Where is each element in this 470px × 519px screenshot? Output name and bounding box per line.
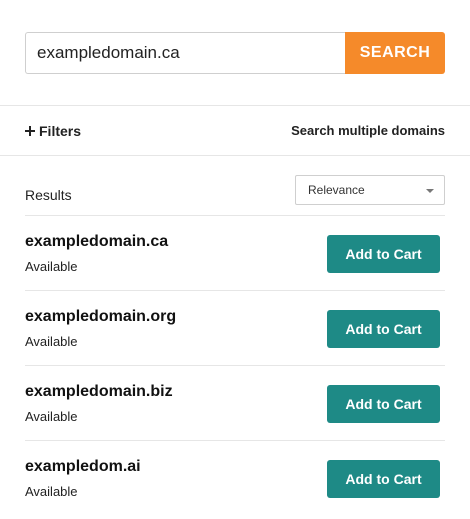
result-row: exampledomain.biz Available Add to Cart <box>25 366 445 440</box>
caret-down-icon <box>426 189 434 193</box>
availability-status: Available <box>25 409 78 424</box>
search-bar: SEARCH <box>25 32 445 74</box>
results-label: Results <box>25 187 72 203</box>
domain-search-input[interactable] <box>25 32 345 74</box>
result-row: exampledomain.org Available Add to Cart <box>25 291 445 365</box>
add-to-cart-button[interactable]: Add to Cart <box>327 310 440 348</box>
availability-status: Available <box>25 259 78 274</box>
add-to-cart-button[interactable]: Add to Cart <box>327 235 440 273</box>
domain-name: exampledomain.ca <box>25 233 169 250</box>
availability-status: Available <box>25 334 78 349</box>
filters-label: Filters <box>39 122 82 139</box>
results-header: Results Relevance <box>25 175 445 215</box>
result-row: exampledomain.ca Available Add to Cart <box>25 216 445 290</box>
add-to-cart-button[interactable]: Add to Cart <box>327 460 440 498</box>
divider <box>0 155 470 156</box>
plus-icon <box>25 125 35 136</box>
availability-status: Available <box>25 484 78 499</box>
search-multiple-domains-link[interactable]: Search multiple domains <box>291 123 445 138</box>
domain-name: exampledomain.biz <box>25 383 173 400</box>
add-to-cart-button[interactable]: Add to Cart <box>327 385 440 423</box>
domain-name: exampledom.ai <box>25 458 141 475</box>
sort-select[interactable]: Relevance <box>295 175 445 205</box>
filters-toggle[interactable]: Filters <box>25 123 81 139</box>
result-row: exampledom.ai Available Add to Cart <box>25 441 445 515</box>
domain-name: exampledomain.org <box>25 308 177 325</box>
filters-row: Filters Search multiple domains <box>25 106 445 155</box>
search-button[interactable]: SEARCH <box>345 32 445 74</box>
sort-selected-value: Relevance <box>308 183 365 197</box>
